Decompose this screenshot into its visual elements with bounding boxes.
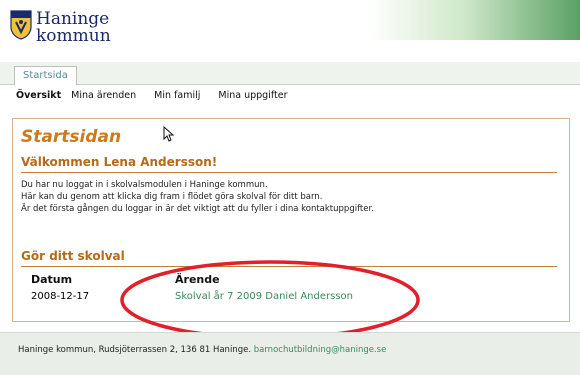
footer-email-link[interactable]: barnochutbildning@haninge.se bbox=[254, 345, 387, 355]
intro-line: Du har nu loggat in i skolvalsmodulen i … bbox=[21, 180, 268, 190]
header: Haninge kommun bbox=[0, 0, 580, 62]
logo-text: Haninge kommun bbox=[36, 11, 111, 45]
logo[interactable]: Haninge kommun bbox=[10, 10, 111, 45]
tab-startsida[interactable]: Startsida bbox=[14, 66, 77, 85]
subnav-oversikt[interactable]: Översikt bbox=[16, 90, 61, 101]
table-cell-date: 2008-12-17 bbox=[31, 291, 90, 302]
logo-line-2: kommun bbox=[36, 26, 111, 46]
content-panel: Startsidan Välkommen Lena Andersson! Du … bbox=[12, 118, 570, 322]
mouse-pointer-icon bbox=[163, 126, 175, 142]
page-title: Startsidan bbox=[21, 127, 122, 147]
footer-text: Haninge kommun, Rudsjöterrassen 2, 136 8… bbox=[18, 345, 386, 355]
table-header-datum: Datum bbox=[31, 273, 73, 286]
welcome-heading: Välkommen Lena Andersson! bbox=[21, 155, 557, 173]
intro-text: Du har nu loggat in i skolvalsmodulen i … bbox=[21, 179, 374, 215]
tab-bar: Startsida bbox=[0, 62, 580, 85]
subnav-mina-arenden[interactable]: Mina ärenden bbox=[71, 90, 136, 101]
footer-address: Haninge kommun, Rudsjöterrassen 2, 136 8… bbox=[18, 345, 252, 355]
sub-navigation: Översikt Mina ärenden Min familj Mina up… bbox=[16, 90, 305, 101]
intro-line: Här kan du genom att klicka dig fram i f… bbox=[21, 192, 323, 202]
case-link[interactable]: Skolval år 7 2009 Daniel Andersson bbox=[175, 291, 353, 302]
subnav-min-familj[interactable]: Min familj bbox=[154, 90, 200, 101]
table-header-arende: Ärende bbox=[175, 273, 220, 286]
footer: Haninge kommun, Rudsjöterrassen 2, 136 8… bbox=[0, 332, 580, 375]
subnav-mina-uppgifter[interactable]: Mina uppgifter bbox=[218, 90, 287, 101]
intro-line: Är det första gången du loggar in är det… bbox=[21, 204, 374, 214]
section-title: Gör ditt skolval bbox=[21, 249, 557, 267]
header-decoration bbox=[370, 0, 580, 40]
shield-crest-icon bbox=[10, 10, 32, 40]
